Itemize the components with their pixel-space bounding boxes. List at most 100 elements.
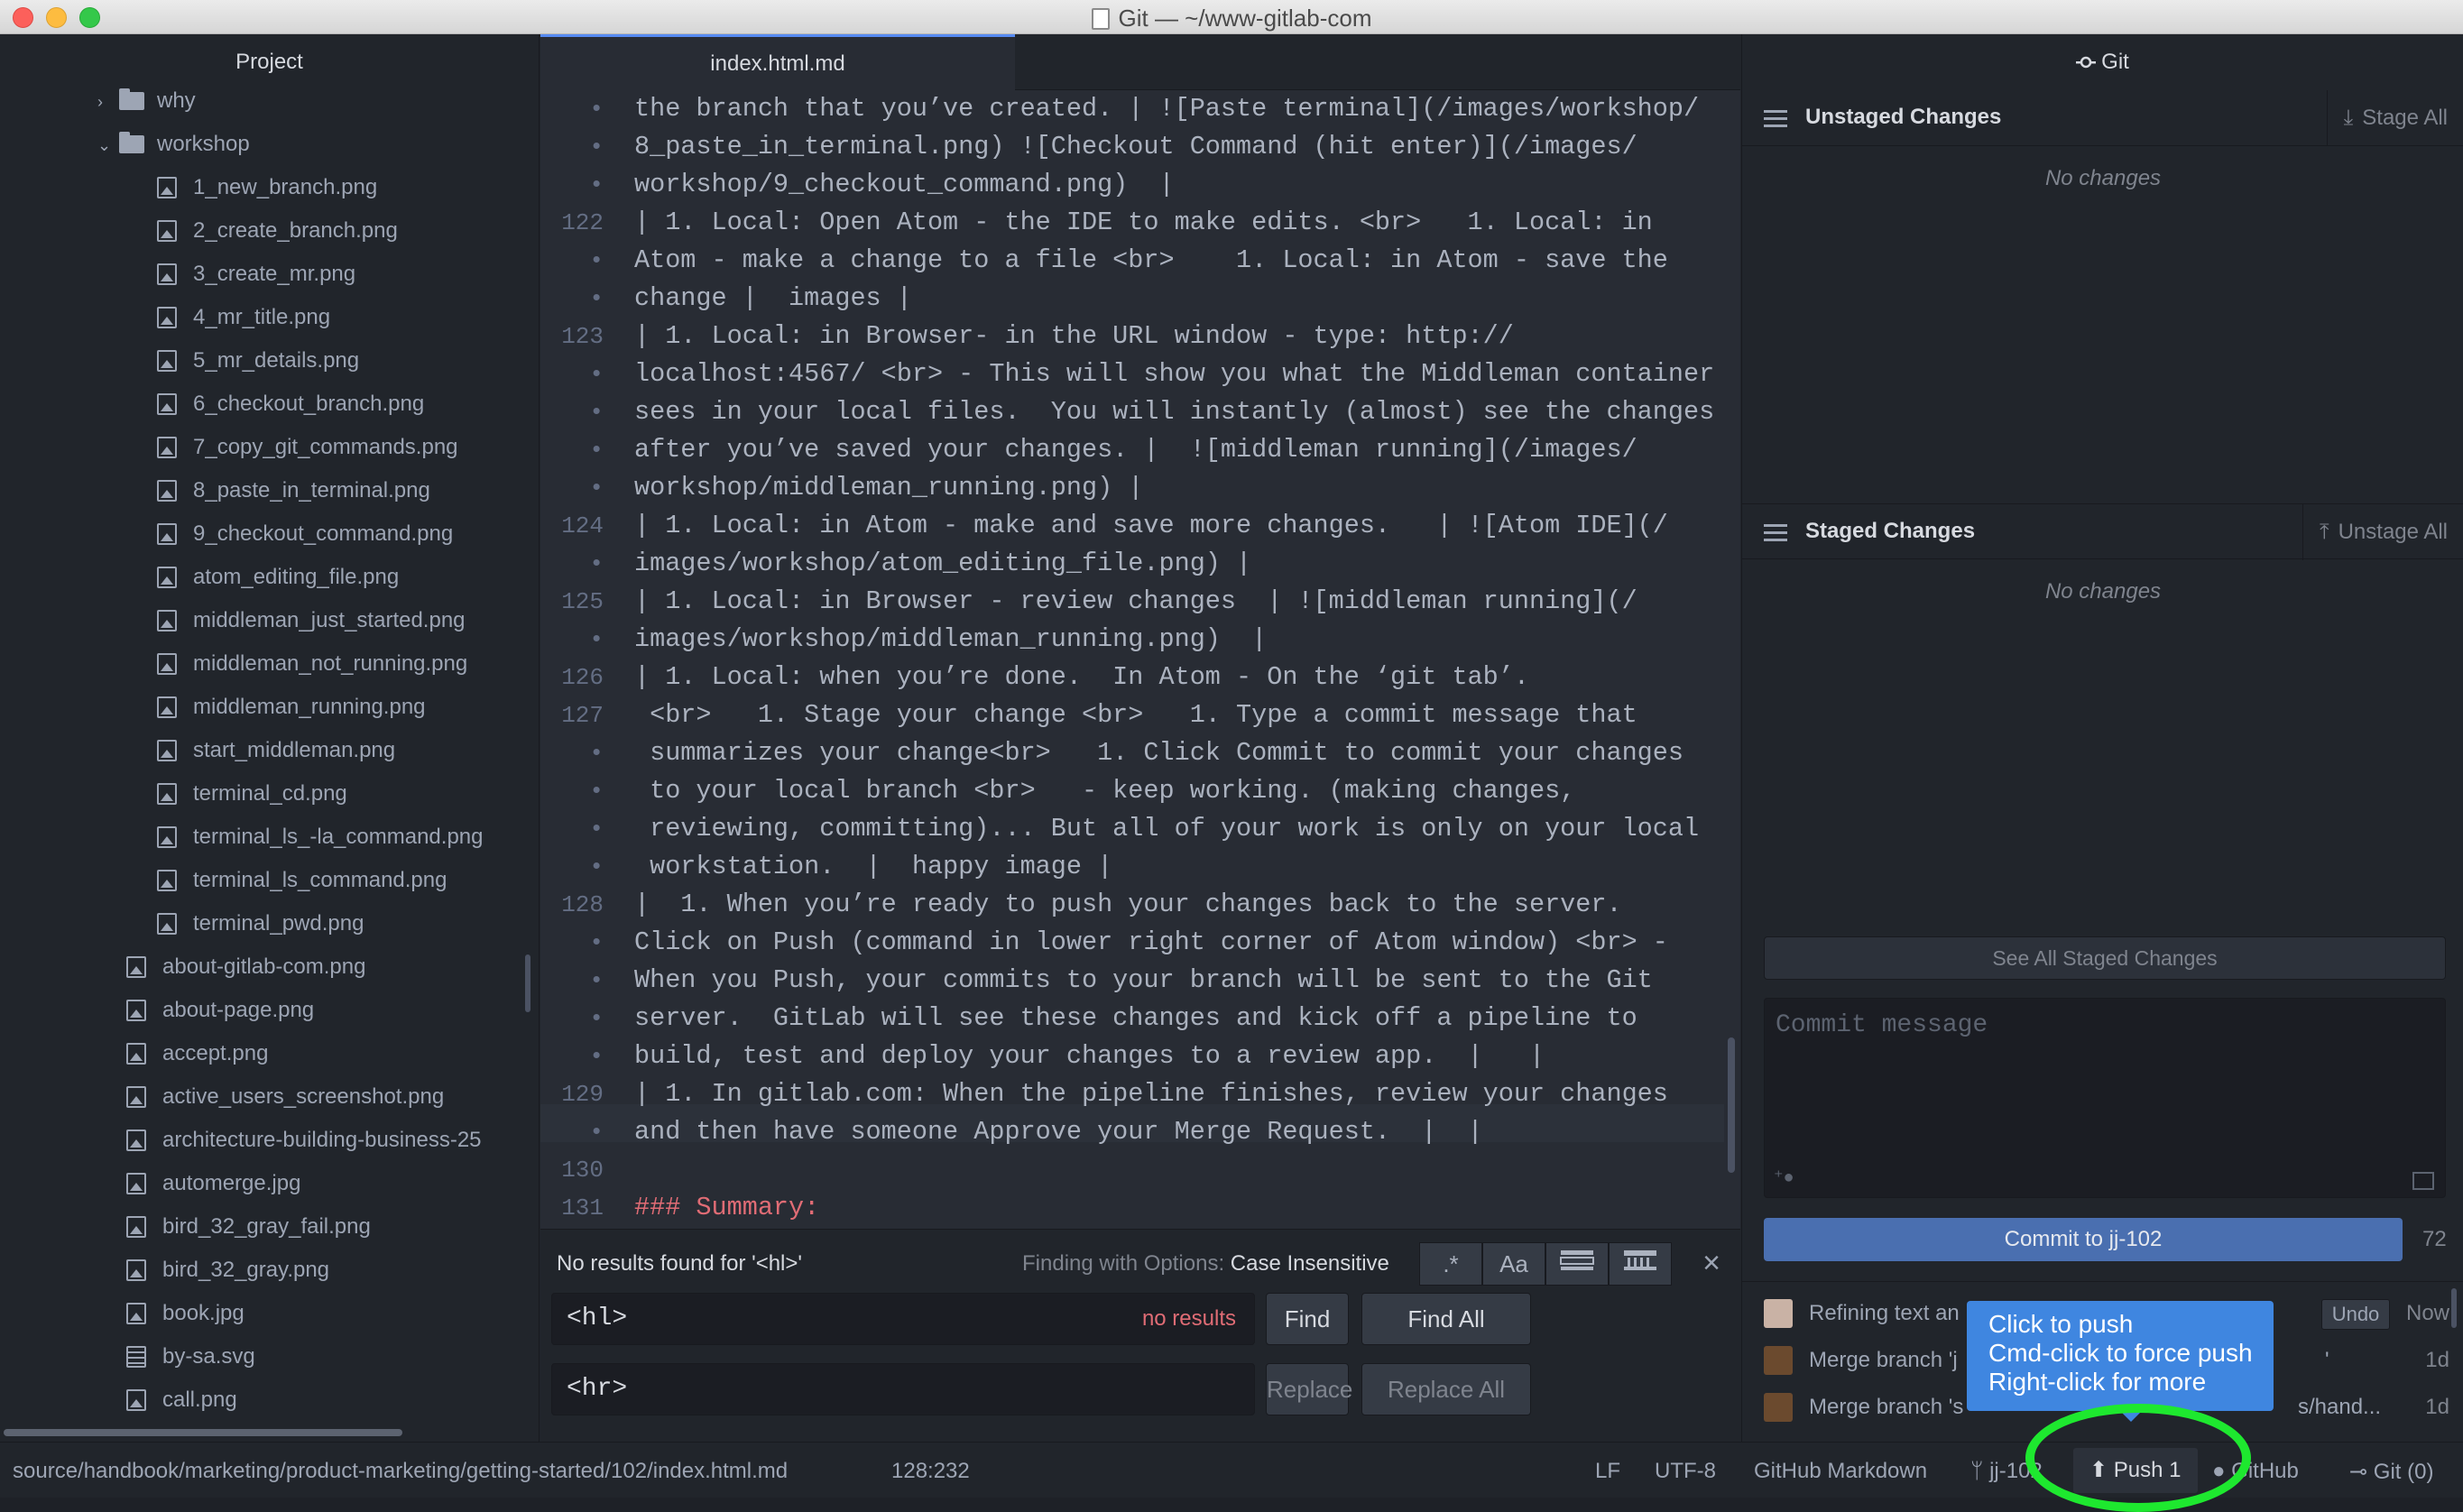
tree-item-label: terminal_ls_command.png: [193, 868, 447, 892]
find-all-button[interactable]: Find All: [1361, 1293, 1531, 1345]
tree-item[interactable]: bird_32_gray.png: [126, 1249, 329, 1292]
replace-all-button[interactable]: Replace All: [1361, 1363, 1531, 1415]
tree-item-label: 9_checkout_command.png: [193, 521, 454, 546]
case-sensitive-toggle-button[interactable]: Aa: [1482, 1242, 1545, 1286]
chevron-right-icon[interactable]: ›: [97, 80, 119, 124]
tree-item[interactable]: 6_checkout_branch.png: [157, 383, 424, 426]
image-file-icon: [126, 1216, 146, 1238]
tree-item[interactable]: about-gitlab-com.png: [126, 945, 365, 989]
tree-item[interactable]: 8_paste_in_terminal.png: [157, 469, 430, 512]
project-tree-header[interactable]: Project: [0, 34, 539, 90]
status-cursor-position[interactable]: 128:232: [891, 1459, 970, 1484]
see-all-staged-changes-button[interactable]: See All Staged Changes: [1764, 936, 2446, 980]
atom-window: Git — ~/www-gitlab-com Project › why ⌄ work…: [0, 0, 2463, 1512]
close-find-panel-icon[interactable]: ×: [1695, 1248, 1728, 1280]
whole-word-toggle-button[interactable]: [1609, 1242, 1672, 1286]
tree-item[interactable]: 7_copy_git_commands.png: [157, 426, 458, 469]
tree-item[interactable]: ⌄ workshop: [97, 123, 250, 166]
tree-item[interactable]: terminal_ls_-la_command.png: [157, 816, 484, 859]
tree-item[interactable]: › why: [97, 79, 196, 123]
code-line: ### Summary:: [634, 1193, 820, 1222]
avatar: [1764, 1346, 1793, 1375]
tree-item[interactable]: by-sa.svg: [126, 1335, 255, 1378]
tree-item[interactable]: 1_new_branch.png: [157, 166, 377, 209]
window-title-text: Git — ~/www-gitlab-com: [1118, 5, 1372, 32]
line-number: •: [589, 134, 604, 161]
status-encoding[interactable]: UTF-8: [1655, 1459, 1716, 1484]
tree-item[interactable]: terminal_ls_command.png: [157, 859, 447, 902]
tree-item[interactable]: start_middleman.png: [157, 729, 395, 772]
tree-item-label: 3_create_mr.png: [193, 262, 356, 286]
image-file-icon: [157, 826, 177, 848]
commit-message-editor[interactable]: Commit message ⁺●: [1764, 998, 2446, 1198]
tooltip-line-force-push: Cmd-click to force push: [1988, 1339, 2253, 1367]
tree-item[interactable]: book.jpg: [126, 1292, 244, 1335]
co-author-icon[interactable]: ⁺●: [1774, 1166, 1794, 1188]
recent-commits-scrollbar[interactable]: [2451, 1288, 2457, 1328]
tree-item[interactable]: 3_create_mr.png: [157, 253, 355, 296]
tree-item[interactable]: architecture-building-business-25: [126, 1119, 482, 1162]
in-selection-toggle-button[interactable]: [1545, 1242, 1609, 1286]
tree-item[interactable]: terminal_pwd.png: [157, 902, 364, 945]
status-git[interactable]: ⊸ Git (0): [2349, 1459, 2433, 1485]
tree-item[interactable]: 4_mr_title.png: [157, 296, 330, 339]
tree-item-label: call.png: [162, 1388, 237, 1412]
find-input[interactable]: <hl> no results: [551, 1293, 1255, 1345]
editor-scrollbar[interactable]: [1728, 1037, 1735, 1173]
tree-item[interactable]: call.png: [126, 1378, 237, 1422]
tab-index-html-md[interactable]: index.html.md: [540, 34, 1015, 90]
image-file-icon: [157, 523, 177, 545]
tree-item[interactable]: 5_mr_details.png: [157, 339, 359, 383]
tree-item[interactable]: 2_create_branch.png: [157, 209, 398, 253]
tooltip-line-push: Click to push: [1988, 1310, 2134, 1338]
find-options-prefix: Finding with Options:: [1022, 1251, 1225, 1276]
tree-item[interactable]: middleman_not_running.png: [157, 642, 467, 686]
tree-item[interactable]: automerge.jpg: [126, 1162, 300, 1205]
text-editor[interactable]: • • • 122 • • 123 • • • • 124 • 125 • 126 127 • • • • 128 • • • •…: [540, 90, 1740, 1229]
status-grammar[interactable]: GitHub Markdown: [1754, 1459, 1927, 1484]
tree-item-label: 1_new_branch.png: [193, 175, 378, 199]
tree-item[interactable]: about-page.png: [126, 989, 314, 1032]
git-panel-header[interactable]: Git: [1742, 34, 2463, 90]
undo-commit-button[interactable]: Undo: [2321, 1299, 2390, 1330]
commit-message-text: Merge branch 'j: [1809, 1348, 1958, 1372]
status-line-ending[interactable]: LF: [1595, 1459, 1620, 1484]
stage-all-button[interactable]: ⤓ Stage All: [2326, 90, 2463, 146]
image-file-icon: [157, 437, 177, 458]
code-line: build, test and deploy your changes to a…: [634, 1041, 1545, 1071]
code-line: | 1. Local: in Browser - review changes …: [634, 586, 1637, 616]
replace-input[interactable]: <hr>: [551, 1363, 1255, 1415]
tree-item-label: middleman_running.png: [193, 695, 426, 719]
list-unordered-icon: [1764, 110, 1787, 128]
commit-time: Now: [2405, 1301, 2449, 1325]
line-number: •: [589, 1005, 604, 1032]
expand-commit-editor-icon[interactable]: [2412, 1172, 2434, 1190]
status-file-path[interactable]: source/handbook/marketing/product-market…: [13, 1459, 788, 1484]
selection-icon: [1560, 1250, 1594, 1270]
tree-item-label: 7_copy_git_commands.png: [193, 435, 458, 459]
tree-item[interactable]: terminal_cd.png: [157, 772, 347, 816]
tree-horizontal-scrollbar[interactable]: [4, 1429, 402, 1436]
tree-vertical-scrollbar[interactable]: [525, 954, 530, 1012]
tree-item[interactable]: middleman_just_started.png: [157, 599, 466, 642]
tree-item[interactable]: active_users_screenshot.png: [126, 1075, 444, 1119]
unstage-all-button[interactable]: ⤒ Unstage All: [2302, 504, 2463, 560]
find-result-description: No results found for '<hl>': [557, 1251, 802, 1276]
commit-button[interactable]: Commit to jj-102: [1764, 1218, 2403, 1261]
remaining-characters-count: 72: [2422, 1227, 2447, 1251]
tree-item[interactable]: 9_checkout_command.png: [157, 512, 453, 556]
regex-toggle-button[interactable]: .*: [1419, 1242, 1482, 1286]
highlight-annotation-circle: [2025, 1404, 2251, 1512]
replace-button[interactable]: Replace: [1266, 1363, 1352, 1415]
tree-item[interactable]: atom_editing_file.png: [157, 556, 399, 599]
tree-item[interactable]: middleman_running.png: [157, 686, 426, 729]
tree-item[interactable]: accept.png: [126, 1032, 268, 1075]
find-button[interactable]: Find: [1266, 1293, 1349, 1345]
find-replace-panel: No results found for '<hl>' Finding with…: [540, 1229, 1740, 1442]
recent-commits-divider: [1742, 1281, 2463, 1282]
line-number: 124: [561, 512, 604, 539]
tree-item[interactable]: bird_32_gray_fail.png: [126, 1205, 371, 1249]
image-file-icon: [126, 1389, 146, 1411]
code-line: summarizes your change<br> 1. Click Comm…: [634, 738, 1684, 768]
chevron-down-icon[interactable]: ⌄: [97, 124, 119, 167]
